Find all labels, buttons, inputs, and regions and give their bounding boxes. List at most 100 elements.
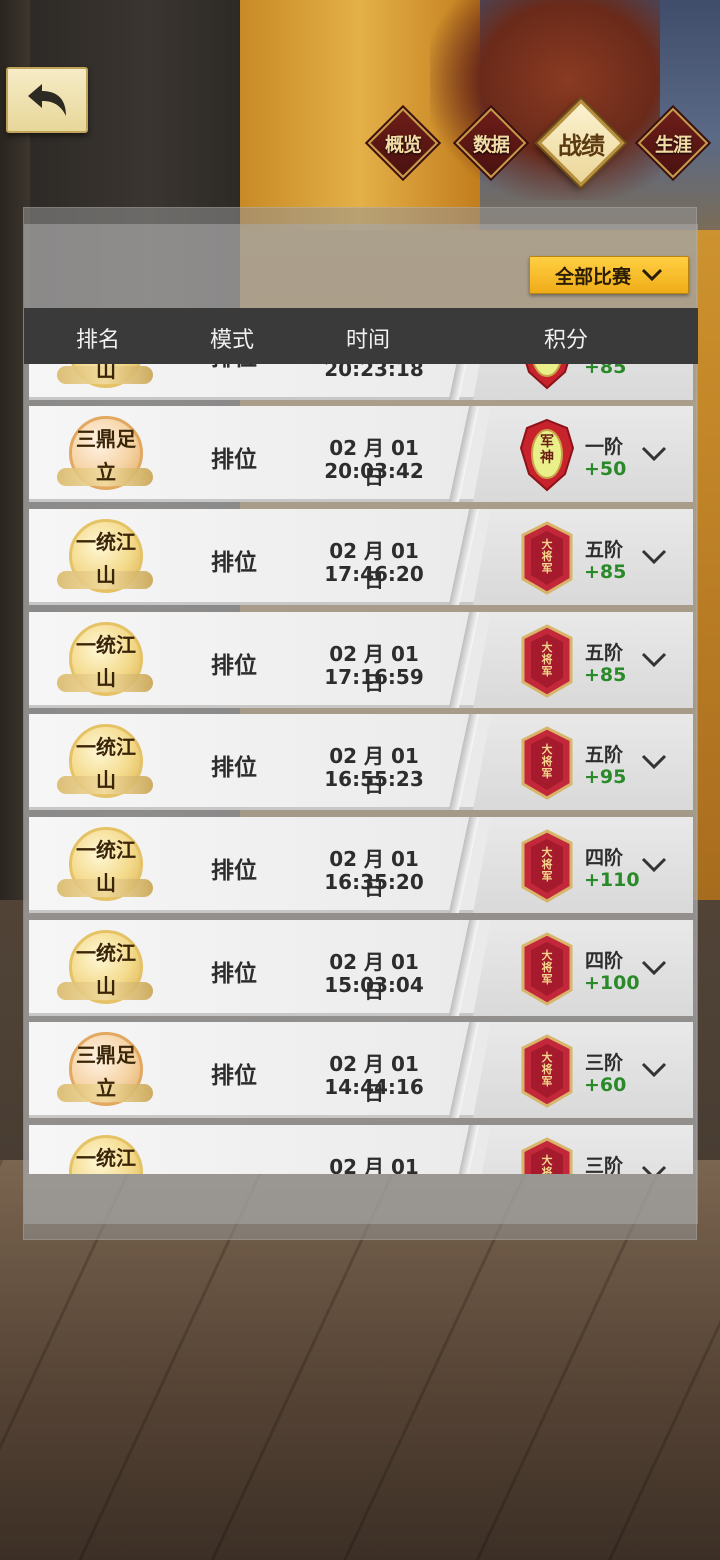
rank-badge-char: 江	[116, 940, 136, 965]
points-change: +85	[584, 561, 627, 583]
expand-chevron-icon[interactable]	[641, 754, 667, 770]
rank-badge-char: 足	[116, 426, 136, 451]
match-row[interactable]: 一 统 江 山 排位 02 月 01 日 15:03:04 大将军 四阶 +10…	[29, 920, 693, 1016]
match-row[interactable]: 一 统 江 山 排位 20:23:18 军神 +85	[29, 364, 693, 400]
match-row[interactable]: 三 鼎 足 立 排位 02 月 01 日 14:44:16 大将军 三阶 +60	[29, 1022, 693, 1118]
match-time: 15:03:04	[324, 973, 424, 997]
tier-emblem-text: 军神	[540, 434, 554, 466]
tier-emblem-text: 大将军	[541, 949, 553, 986]
match-time: 17:46:20	[324, 562, 424, 586]
tab-record[interactable]: 战绩	[537, 99, 625, 187]
match-mode: 排位	[211, 755, 257, 781]
match-filter-label: 全部比赛	[554, 265, 631, 288]
match-filter-dropdown[interactable]: 全部比赛	[529, 256, 689, 294]
tier-emblem-icon: 大将军	[517, 1137, 577, 1174]
rank-badge-char: 江	[116, 734, 136, 759]
rank-badge-char: 一	[76, 529, 96, 554]
tier-emblem-text: 大将军	[541, 1051, 553, 1088]
rank-badge-char: 统	[96, 734, 116, 759]
expand-chevron-icon[interactable]	[641, 652, 667, 668]
rank-badge-char: 一	[76, 734, 96, 759]
rank-badge-char: 江	[116, 837, 136, 862]
rank-badge: 一 统 江 山	[51, 515, 153, 599]
tier-emblem-icon: 大将军	[517, 521, 577, 595]
rank-badge-char: 一	[76, 940, 96, 965]
match-row[interactable]: 一 统 江 山 排位 02 月 01 日 17:16:59 大将军 五阶 +85	[29, 612, 693, 708]
expand-chevron-icon[interactable]	[641, 1062, 667, 1078]
tab-overview-label: 概览	[384, 133, 422, 156]
rank-badge: 三 鼎 足 立	[51, 412, 153, 496]
match-date: 02 月 01 日	[329, 1155, 419, 1174]
rank-badge-char: 一	[76, 1145, 96, 1170]
expand-chevron-icon[interactable]	[641, 960, 667, 976]
match-time: 16:55:23	[324, 767, 424, 791]
rank-badge-char: 山	[96, 562, 116, 587]
tier-label: 五阶	[585, 642, 624, 664]
record-panel: 全部比赛 排名 模式 时间 积分 一 统 江 山 排位 20:23:18	[23, 207, 698, 1240]
points-change: +95	[584, 766, 627, 788]
tier-emblem-text: 大将军	[541, 846, 553, 883]
match-time: 20:03:42	[324, 459, 424, 483]
tier-label: 三阶	[585, 1052, 624, 1074]
column-rank: 排名	[76, 328, 121, 353]
rank-badge-char: 山	[96, 364, 116, 382]
column-time: 时间	[346, 328, 391, 353]
tab-record-label: 战绩	[558, 130, 605, 160]
match-row[interactable]: 一 统 江 山 排位 02 月 01 日 17:46:20 大将军 五阶 +85	[29, 509, 693, 605]
rank-badge-char: 三	[76, 1042, 96, 1067]
rank-badge-char: 一	[76, 837, 96, 862]
points-change: +85	[584, 364, 627, 378]
match-mode: 排位	[211, 550, 257, 576]
match-time: 20:23:18	[324, 364, 424, 381]
rank-badge: 一 统 江 山	[51, 720, 153, 804]
rank-badge-char: 鼎	[96, 1042, 116, 1067]
rank-badge-char: 统	[96, 837, 116, 862]
match-row[interactable]: 三 鼎 足 立 排位 02 月 01 日 20:03:42 军神 一阶 +50	[29, 406, 693, 502]
rank-badge-char: 三	[76, 426, 96, 451]
tab-data[interactable]: 数据	[455, 107, 527, 179]
rank-badge: 一 统 江 山	[51, 364, 153, 394]
tier-label: 五阶	[585, 539, 624, 561]
tab-data-label: 数据	[472, 133, 510, 156]
expand-chevron-icon[interactable]	[641, 857, 667, 873]
rank-badge-char: 统	[96, 940, 116, 965]
tab-overview[interactable]: 概览	[367, 107, 439, 179]
tier-label: 三阶	[585, 1155, 624, 1174]
rank-badge-char: 山	[96, 767, 116, 792]
rank-badge-char: 统	[96, 1145, 116, 1170]
tier-emblem-icon: 大将军	[517, 726, 577, 800]
column-mode: 模式	[210, 328, 255, 353]
match-time: 16:35:20	[324, 870, 424, 894]
rank-badge-char: 江	[116, 529, 136, 554]
match-row[interactable]: 一 统 江 山 排位 02 月 01 日 16:55:23 大将军 五阶 +95	[29, 714, 693, 810]
rank-badge-char: 山	[96, 973, 116, 998]
rank-badge-char: 江	[116, 632, 136, 657]
match-list[interactable]: 一 统 江 山 排位 20:23:18 军神 +85 三 鼎 足	[29, 364, 693, 1174]
match-row[interactable]: 一 统 江 山 02 月 01 日 大将军 三阶	[29, 1125, 693, 1174]
points-change: +100	[584, 972, 640, 994]
tier-emblem-text: 大将军	[541, 538, 553, 575]
match-row[interactable]: 一 统 江 山 排位 02 月 01 日 16:35:20 大将军 四阶 +11…	[29, 817, 693, 913]
rank-badge: 一 统 江 山	[51, 618, 153, 702]
tier-emblem-icon: 军神	[517, 364, 577, 390]
match-mode: 排位	[211, 858, 257, 884]
points-change: +50	[584, 458, 627, 480]
back-button[interactable]	[6, 67, 88, 133]
tab-career[interactable]: 生涯	[637, 107, 709, 179]
expand-chevron-icon[interactable]	[641, 1165, 667, 1174]
rank-badge-char: 山	[96, 665, 116, 690]
rank-badge-char: 统	[96, 632, 116, 657]
match-mode: 排位	[211, 447, 257, 473]
points-change: +60	[584, 1074, 627, 1096]
expand-chevron-icon[interactable]	[641, 549, 667, 565]
rank-badge-char: 统	[96, 529, 116, 554]
chevron-down-icon	[641, 268, 663, 282]
tier-emblem-icon: 军神	[517, 418, 577, 492]
match-mode: 排位	[211, 1063, 257, 1089]
tier-emblem-icon: 大将军	[517, 932, 577, 1006]
tier-label: 四阶	[585, 950, 624, 972]
rank-badge-char: 江	[116, 1145, 136, 1170]
rank-badge-char: 鼎	[96, 426, 116, 451]
tier-label: 五阶	[585, 744, 624, 766]
expand-chevron-icon[interactable]	[641, 446, 667, 462]
